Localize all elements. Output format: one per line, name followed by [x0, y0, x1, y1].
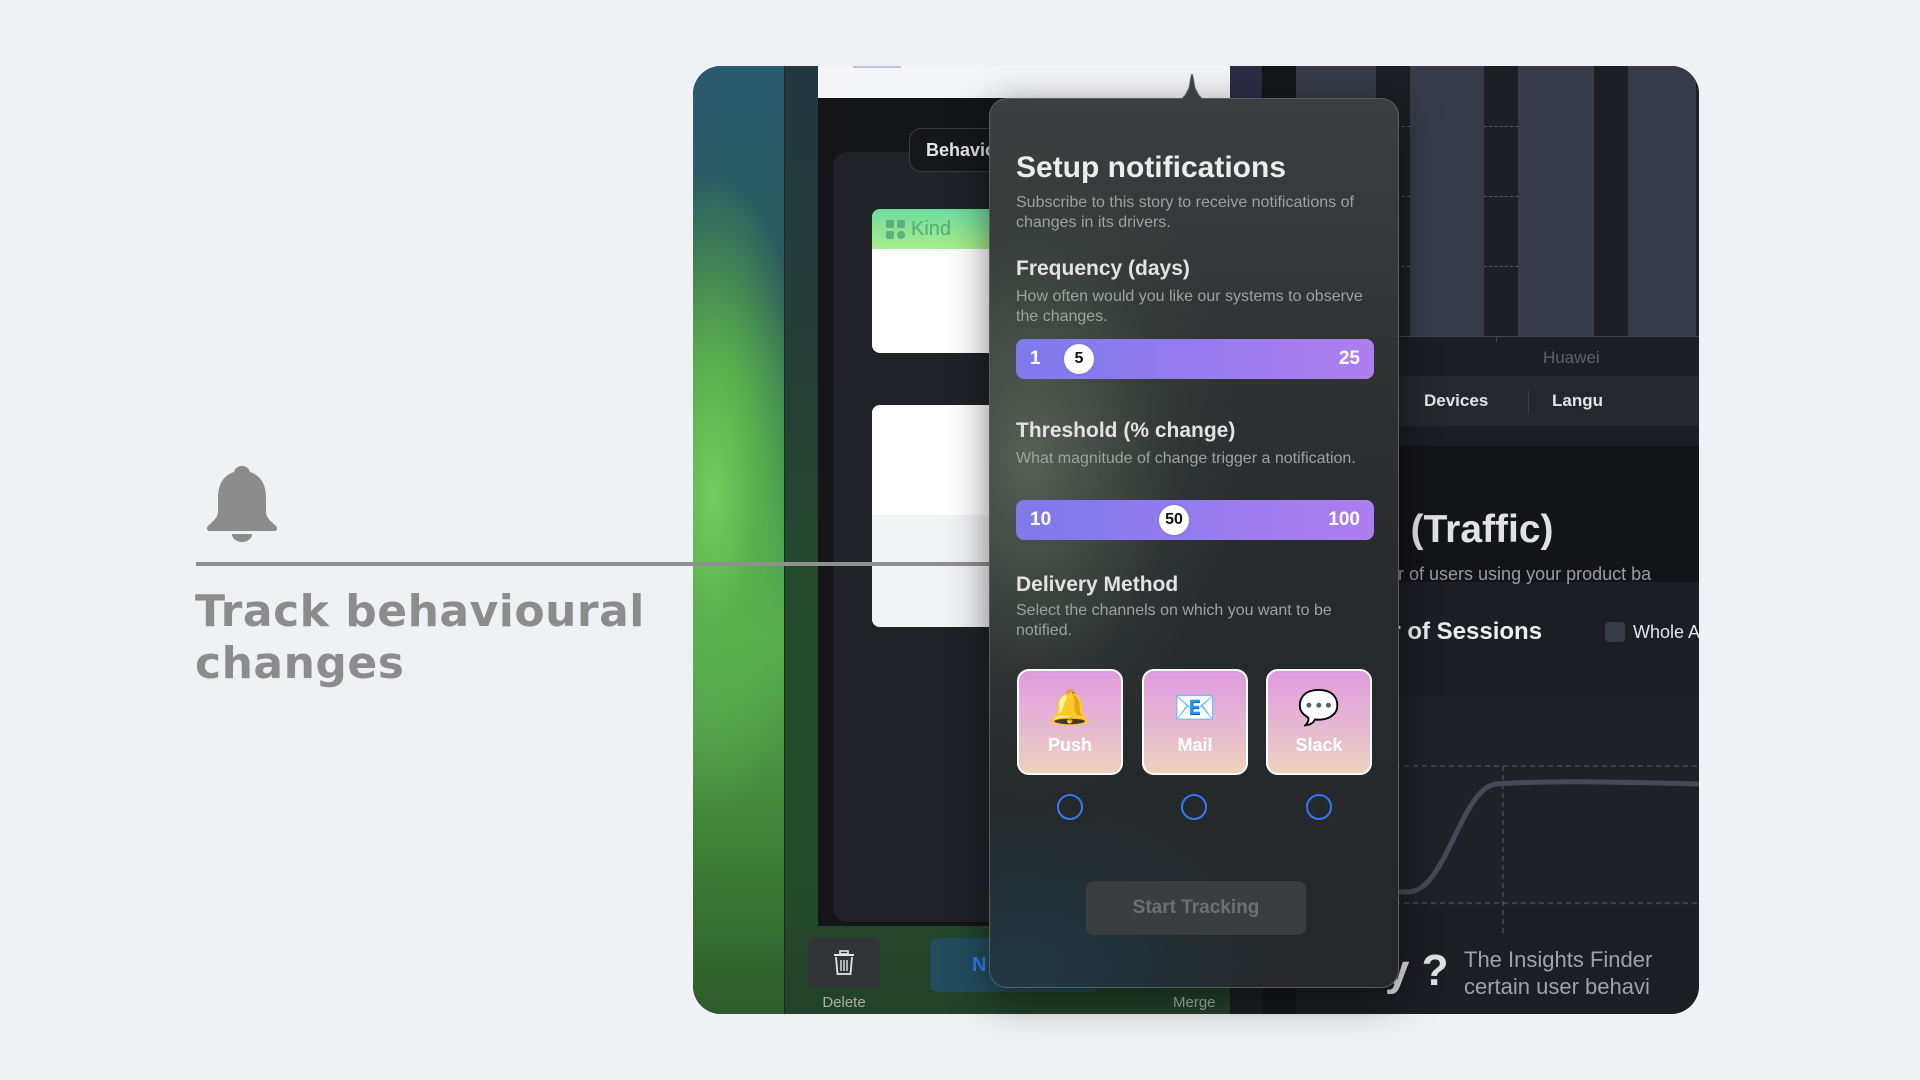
trash-icon [834, 950, 854, 975]
feature-caption: Track behavioural changes [195, 586, 645, 689]
frequency-label: Frequency (days) [1016, 257, 1190, 280]
chart-bar [1628, 66, 1696, 336]
channel-slack[interactable]: 💬 Slack [1266, 669, 1372, 775]
delivery-label: Delivery Method [1016, 573, 1179, 596]
why-text-1: The Insights Finder [1464, 947, 1653, 972]
top-bar-dark [1230, 66, 1262, 98]
radio-mail[interactable] [1181, 794, 1207, 820]
chart-title: e (Traffic) [1378, 508, 1554, 551]
threshold-slider[interactable]: 10 50 100 [1016, 500, 1374, 540]
frequency-slider[interactable]: 1 5 25 [1016, 339, 1374, 379]
frequency-description: How often would you like our systems to … [1016, 288, 1363, 325]
channel-push-label: Push [1047, 735, 1092, 755]
popover-title: Setup notifications [1016, 151, 1286, 184]
channel-slack-label: Slack [1295, 735, 1343, 755]
segment-divider [1528, 390, 1529, 414]
top-bar-accent [853, 66, 901, 68]
kind-card-header-label: Kind [911, 217, 952, 240]
radio-push[interactable] [1057, 794, 1083, 820]
frequency-min: 1 [1030, 348, 1041, 369]
sessions-title: er of Sessions [1378, 618, 1543, 645]
frequency-max: 25 [1338, 348, 1360, 369]
x-tick [1496, 336, 1497, 342]
threshold-label: Threshold (% change) [1016, 419, 1236, 442]
bell-icon: 🔔 [1048, 689, 1092, 727]
threshold-description: What magnitude of change trigger a notif… [1016, 450, 1356, 467]
x-label: Huawei [1543, 348, 1600, 367]
merge-button[interactable]: Merge [1173, 994, 1216, 1011]
channel-mail-label: Mail [1177, 735, 1213, 755]
threshold-min: 10 [1030, 509, 1052, 530]
delete-button[interactable] [808, 938, 880, 988]
bell-icon [206, 466, 278, 542]
whole-app-label: Whole App [1633, 622, 1699, 642]
popover-description: Subscribe to this story to receive notif… [1016, 194, 1354, 231]
start-tracking-button[interactable]: Start Tracking [1086, 881, 1306, 935]
radio-slack[interactable] [1306, 794, 1332, 820]
grid-icon [886, 219, 905, 239]
grid-line [1484, 126, 1518, 127]
delete-label: Delete [822, 994, 866, 1011]
frequency-slider-thumb[interactable]: 5 [1064, 344, 1094, 374]
threshold-slider-thumb[interactable]: 50 [1159, 505, 1189, 535]
sidebar [693, 66, 785, 1014]
channel-push[interactable]: 🔔 Push [1017, 669, 1123, 775]
top-bar [818, 66, 1230, 98]
channel-mail[interactable]: 📧 Mail [1142, 669, 1248, 775]
delivery-description: Select the channels on which you want to… [1016, 602, 1332, 639]
chart-bar [1410, 66, 1484, 336]
connector-line [196, 562, 1094, 566]
popover-arrow [1176, 73, 1208, 100]
whole-app-checkbox[interactable] [1605, 622, 1625, 642]
envelope-icon: 📧 [1173, 689, 1217, 727]
grid-line [1484, 196, 1518, 197]
sidebar-divider-column [784, 66, 819, 1014]
setup-notifications-popover: Setup notifications Subscribe to this st… [989, 98, 1399, 988]
speech-bubble-icon: 💬 [1297, 689, 1341, 727]
segment-devices[interactable]: Devices [1424, 382, 1488, 420]
threshold-max: 100 [1328, 509, 1360, 530]
chart-subtitle: ber of users using your product ba [1378, 564, 1652, 584]
grid-line [1484, 266, 1518, 267]
why-text-2: certain user behavi [1464, 974, 1650, 999]
chart-bar [1518, 66, 1594, 336]
segment-language[interactable]: Langu [1552, 382, 1603, 420]
